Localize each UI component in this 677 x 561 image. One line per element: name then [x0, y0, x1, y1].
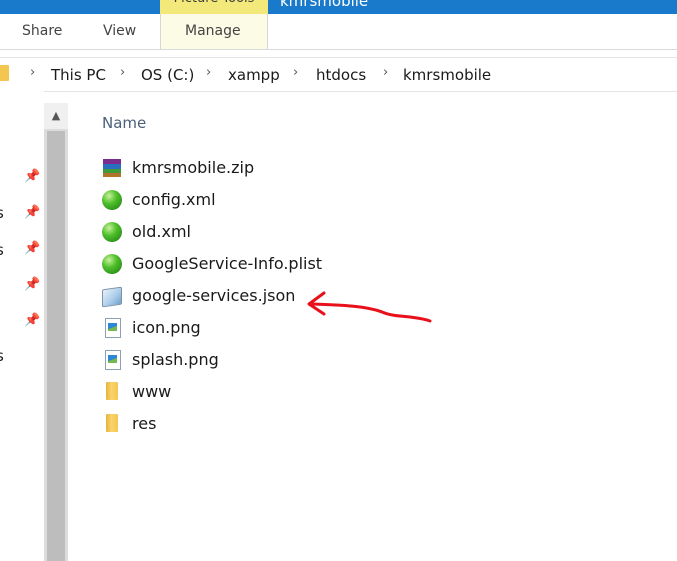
breadcrumb-chevron-icon[interactable]: › [30, 65, 35, 80]
file-name: google-services.json [132, 286, 296, 305]
folder-icon [106, 382, 118, 400]
file-row[interactable]: GoogleService-Info.plist [102, 250, 402, 278]
breadcrumb-htdocs[interactable]: htdocs [316, 66, 366, 84]
pin-icon[interactable]: 📌 [24, 277, 40, 292]
red-arrow-annotation [307, 291, 432, 323]
pin-icon[interactable]: 📌 [24, 241, 40, 256]
folder-icon [0, 65, 9, 81]
address-bar[interactable]: › This PC › OS (C:) › xampp › htdocs › k… [0, 57, 677, 92]
folder-icon [106, 414, 118, 432]
file-row[interactable]: old.xml [102, 218, 402, 246]
manage-tab-container[interactable]: Manage [160, 14, 268, 49]
file-name: kmrsmobile.zip [132, 158, 255, 177]
breadcrumb-chevron-icon[interactable]: › [206, 65, 211, 80]
tab-share[interactable]: Share [22, 23, 62, 39]
picture-tools-context-tab[interactable]: Picture Tools [160, 0, 268, 14]
file-name: icon.png [132, 318, 201, 337]
folder-row[interactable]: www [102, 378, 402, 406]
tab-view[interactable]: View [103, 23, 136, 39]
winrar-archive-icon [102, 158, 122, 178]
image-file-icon [105, 318, 121, 338]
file-name: config.xml [132, 190, 216, 209]
nav-item-label[interactable]: s [0, 347, 4, 365]
tab-manage[interactable]: Manage [185, 23, 241, 39]
folder-name: res [132, 414, 157, 433]
breadcrumb-chevron-icon[interactable]: › [120, 65, 125, 80]
window-title: kmrsmobile [280, 0, 369, 10]
scroll-up-arrow-icon[interactable]: ▲ [44, 103, 68, 129]
pin-icon[interactable]: 📌 [24, 169, 40, 184]
green-globe-plist-icon [102, 254, 122, 274]
breadcrumb-this-pc[interactable]: This PC [51, 66, 106, 84]
pin-icon[interactable]: 📌 [24, 205, 40, 220]
breadcrumb-chevron-icon[interactable]: › [293, 65, 298, 80]
breadcrumb-chevron-icon[interactable]: › [383, 65, 388, 80]
file-name: GoogleService-Info.plist [132, 254, 323, 273]
notepad-json-icon [102, 286, 122, 308]
file-name: splash.png [132, 350, 219, 369]
navigation-pane: 📌 📌 📌 📌 📌 s s s [0, 91, 44, 561]
file-row[interactable]: splash.png [102, 346, 402, 374]
ribbon-tab-bar: Share View Manage [0, 14, 677, 50]
file-name: old.xml [132, 222, 191, 241]
file-row[interactable]: config.xml [102, 186, 402, 214]
green-globe-xml-icon [102, 222, 122, 242]
nav-item-label[interactable]: s [0, 241, 4, 259]
nav-pane-scrollbar[interactable]: ▲ [44, 103, 68, 561]
folder-name: www [132, 382, 172, 401]
folder-row[interactable]: res [102, 410, 402, 438]
file-row[interactable]: kmrsmobile.zip [102, 154, 402, 182]
breadcrumb-os-c[interactable]: OS (C:) [141, 66, 194, 84]
image-file-icon [105, 350, 121, 370]
breadcrumb-xampp[interactable]: xampp [228, 66, 280, 84]
nav-item-label[interactable]: s [0, 204, 4, 222]
title-bar: Picture Tools kmrsmobile [0, 0, 677, 14]
green-globe-xml-icon [102, 190, 122, 210]
column-header-name[interactable]: Name [102, 114, 146, 132]
breadcrumb-kmrsmobile[interactable]: kmrsmobile [403, 66, 491, 84]
pin-icon[interactable]: 📌 [24, 313, 40, 328]
scroll-thumb[interactable] [47, 131, 65, 561]
